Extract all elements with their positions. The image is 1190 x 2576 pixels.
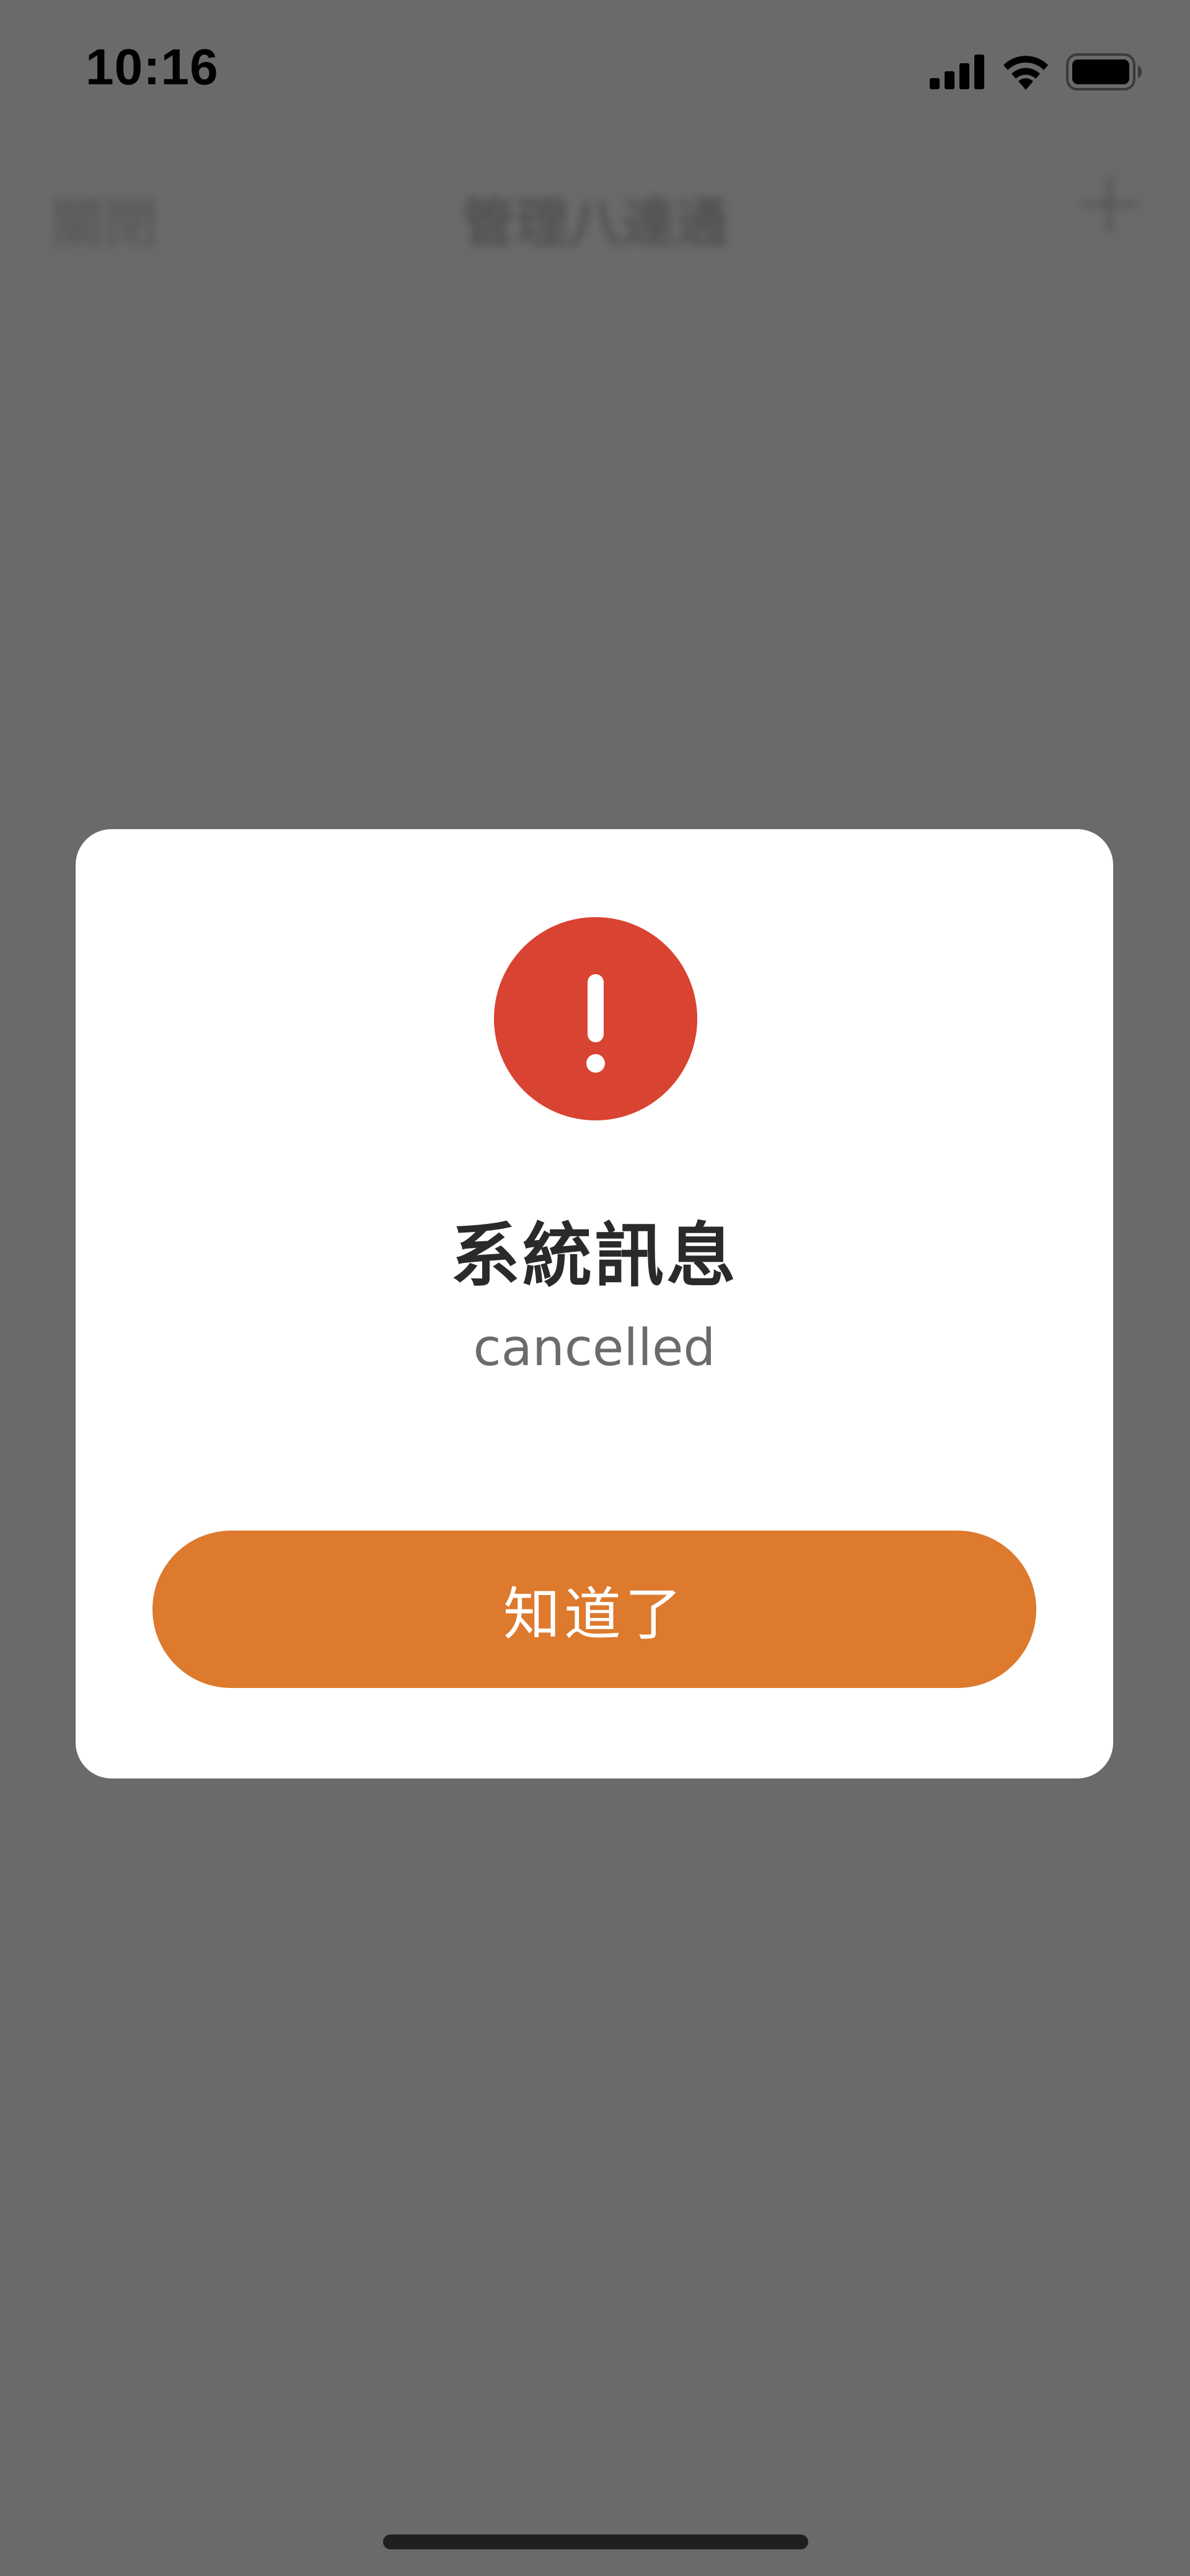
plus-icon[interactable]	[1072, 167, 1147, 242]
exclamation-icon	[494, 917, 697, 1120]
status-time: 10:16	[86, 39, 219, 95]
status-icons	[930, 53, 1143, 93]
screen: 10:16 關閉 管理八達通 系統訊息 cancelled 知道了	[0, 0, 1190, 2576]
dialog-title: 系統訊息	[451, 1216, 738, 1296]
cellular-signal-icon	[930, 55, 985, 92]
navigation-bar: 關閉 管理八達通	[0, 143, 1190, 279]
alert-dialog: 系統訊息 cancelled 知道了	[76, 829, 1113, 1778]
page-title: 管理八達通	[462, 193, 728, 255]
dialog-message: cancelled	[473, 1319, 716, 1378]
wifi-icon	[1002, 54, 1050, 92]
confirm-button[interactable]: 知道了	[152, 1531, 1036, 1688]
home-indicator[interactable]	[383, 2534, 808, 2549]
battery-icon	[1066, 53, 1143, 93]
status-bar: 10:16	[0, 0, 1190, 143]
